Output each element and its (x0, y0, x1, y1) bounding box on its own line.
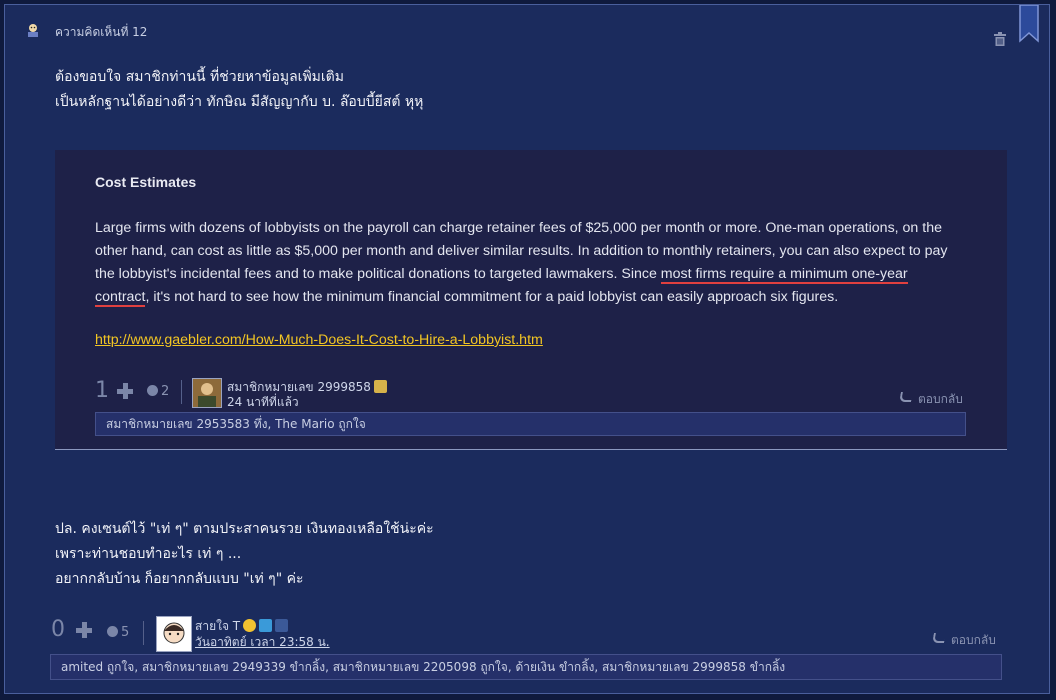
user-avatar[interactable] (156, 616, 192, 652)
reply-button[interactable]: ตอบกลับ (899, 390, 963, 409)
facebook-icon[interactable] (275, 619, 289, 632)
user-avatar[interactable] (192, 378, 222, 408)
plus-vote-icon[interactable] (75, 621, 93, 639)
vote-count: 1 (95, 378, 109, 403)
quote-paragraph: Large firms with dozens of lobbyists on … (95, 217, 965, 309)
message-line: เพราะท่านชอบทำอะไร เท่ ๆ ... (55, 546, 242, 562)
reply-icon (932, 633, 946, 643)
reactions-bar[interactable]: amited ถูกใจ, สมาชิกหมายเลข 2949339 ขำกล… (50, 654, 1002, 680)
vote-count: 0 (51, 617, 65, 642)
quote-text: , it's not hard to see how the minimum f… (145, 289, 839, 305)
emotion-icon (107, 626, 118, 637)
divider (181, 380, 182, 404)
divider (143, 621, 144, 645)
emotion-icon (147, 385, 158, 396)
comment-card: ความคิดเห็นที่ 12 ต้องขอบใจ สมาชิกท่านนี… (4, 4, 1050, 694)
message-line: อยากกลับบ้าน ก็อยากกลับแบบ "เท่ ๆ" ค่ะ (55, 571, 304, 587)
emotion-count[interactable]: 2 (147, 384, 169, 399)
plus-vote-icon[interactable] (116, 382, 134, 400)
post-time: 24 นาทีที่แล้ว (227, 395, 299, 409)
member-badge-icon (373, 380, 387, 393)
source-link[interactable]: http://www.gaebler.com/How-Much-Does-It-… (95, 332, 543, 348)
post-time[interactable]: วันอาทิตย์ เวลา 23:58 น. (195, 633, 330, 652)
reply-icon (899, 392, 913, 402)
reply-button[interactable]: ตอบกลับ (932, 631, 996, 650)
quote-title: Cost Estimates (95, 174, 197, 190)
message-line: เป็นหลักฐานได้อย่างดีว่า ทักษิณ มีสัญญาก… (55, 94, 424, 110)
member-avatar-icon (28, 24, 38, 37)
bookmark-icon[interactable] (1019, 5, 1039, 43)
delete-icon[interactable] (994, 32, 1006, 46)
blog-badge-icon (259, 619, 273, 632)
reactions-bar[interactable]: สมาชิกหมายเลข 2953583 ทึ่ง, The Mario ถู… (95, 412, 966, 436)
message-line: ต้องขอบใจ สมาชิกท่านนี้ ที่ช่วยหาข้อมูลเ… (55, 69, 345, 85)
comment-message: ต้องขอบใจ สมาชิกท่านนี้ ที่ช่วยหาข้อมูลเ… (55, 65, 423, 115)
comment-postscript: ปล. คงเซนต์ไว้ "เท่ ๆ" ตามประสาคนรวย เงิ… (55, 517, 434, 592)
smiley-badge-icon (243, 619, 257, 632)
comment-number-label: ความคิดเห็นที่ 12 (55, 25, 148, 39)
message-line: ปล. คงเซนต์ไว้ "เท่ ๆ" ตามประสาคนรวย เงิ… (55, 521, 434, 537)
quoted-reply: Cost Estimates Large firms with dozens o… (55, 150, 1007, 450)
emotion-count[interactable]: 5 (107, 625, 129, 640)
